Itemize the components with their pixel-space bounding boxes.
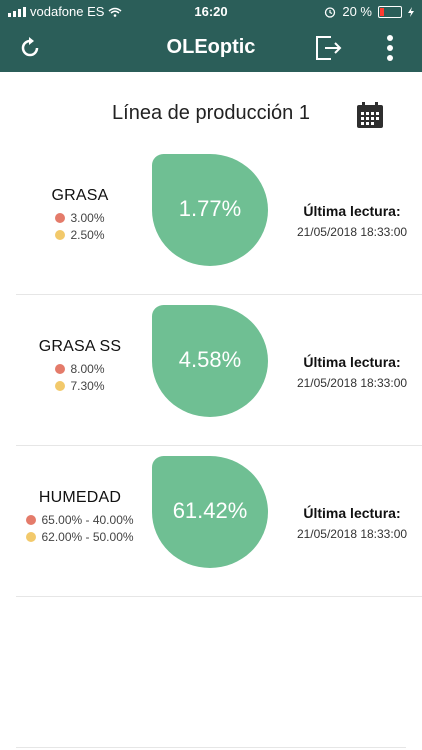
drop-indicator: 1.77% [152, 154, 268, 266]
yellow-dot-icon [55, 381, 66, 391]
status-right: 20 % [324, 4, 414, 19]
legend-yellow-value: 62.00% - 50.00% [41, 530, 134, 544]
card-divider [16, 445, 422, 446]
drop-value: 61.42% [172, 498, 248, 523]
battery-fill [380, 7, 384, 16]
metric-info: GRASA 3.00% 2.50% [16, 187, 144, 242]
logout-button[interactable] [312, 32, 344, 64]
metric-legend: 65.00% - 40.00% 62.00% - 50.00% [16, 513, 144, 544]
battery-percent: 20 % [342, 4, 372, 19]
status-bar: vodafone ES 16:20 20 % [0, 0, 422, 24]
metric-name: GRASA [51, 187, 109, 204]
metric-name: HUMEDAD [38, 489, 122, 506]
yellow-dot-icon [26, 532, 37, 542]
last-reading-label: Última lectura: [303, 203, 401, 219]
last-reading-time: 21/05/2018 18:33:00 [296, 225, 408, 239]
menu-button[interactable] [374, 32, 406, 64]
measurement-card-grasa-ss[interactable]: GRASA SS 8.00% 7.30% 4.58% Última lectur… [16, 296, 422, 446]
last-reading-label: Última lectura: [303, 354, 401, 370]
metric-legend: 8.00% 7.30% [16, 362, 144, 393]
drop-value: 1.77% [178, 196, 242, 221]
drop-indicator: 4.58% [152, 305, 268, 417]
last-reading-time: 21/05/2018 18:33:00 [296, 527, 408, 541]
legend-red-value: 3.00% [70, 211, 105, 225]
legend-red-row: 3.00% [55, 211, 105, 225]
legend-yellow-value: 7.30% [70, 379, 105, 393]
calendar-button[interactable] [356, 101, 384, 129]
metric-name: GRASA SS [38, 338, 122, 355]
drop-value: 4.58% [178, 347, 242, 372]
red-dot-icon [26, 515, 37, 525]
charging-icon [408, 6, 414, 17]
red-dot-icon [55, 213, 66, 223]
metric-info: HUMEDAD 65.00% - 40.00% 62.00% - 50.00% [16, 489, 144, 544]
legend-yellow-row: 7.30% [55, 379, 105, 393]
legend-yellow-row: 62.00% - 50.00% [26, 530, 134, 544]
app-header: vodafone ES 16:20 20 % OLEoptic [0, 0, 422, 72]
measurement-card-humedad[interactable]: HUMEDAD 65.00% - 40.00% 62.00% - 50.00% … [16, 447, 422, 597]
last-reading-time: 21/05/2018 18:33:00 [296, 376, 408, 390]
legend-yellow-row: 2.50% [55, 228, 105, 242]
legend-red-value: 65.00% - 40.00% [41, 513, 134, 527]
legend-red-row: 8.00% [55, 362, 105, 376]
last-reading: Última lectura: 21/05/2018 18:33:00 [282, 505, 422, 541]
app-title: OLEoptic [166, 36, 256, 58]
legend-yellow-value: 2.50% [70, 228, 105, 242]
last-reading-label: Última lectura: [303, 505, 401, 521]
alarm-icon [325, 6, 336, 18]
logout-icon [316, 36, 342, 60]
last-reading: Última lectura: 21/05/2018 18:33:00 [282, 354, 422, 390]
yellow-dot-icon [55, 230, 66, 240]
red-dot-icon [55, 364, 66, 374]
legend-red-value: 8.00% [70, 362, 105, 376]
card-divider [16, 596, 422, 597]
card-divider [16, 294, 422, 295]
legend-red-row: 65.00% - 40.00% [26, 513, 134, 527]
last-reading: Última lectura: 21/05/2018 18:33:00 [282, 203, 422, 239]
app-bar: OLEoptic [0, 24, 422, 72]
metric-info: GRASA SS 8.00% 7.30% [16, 338, 144, 393]
more-vert-icon [387, 35, 393, 61]
bottom-divider [16, 747, 406, 748]
metric-legend: 3.00% 2.50% [16, 211, 144, 242]
drop-indicator: 61.42% [152, 456, 268, 568]
measurement-card-grasa[interactable]: GRASA 3.00% 2.50% 1.77% Última lectura: … [16, 145, 422, 295]
battery-icon [378, 5, 402, 18]
calendar-icon [357, 102, 383, 128]
